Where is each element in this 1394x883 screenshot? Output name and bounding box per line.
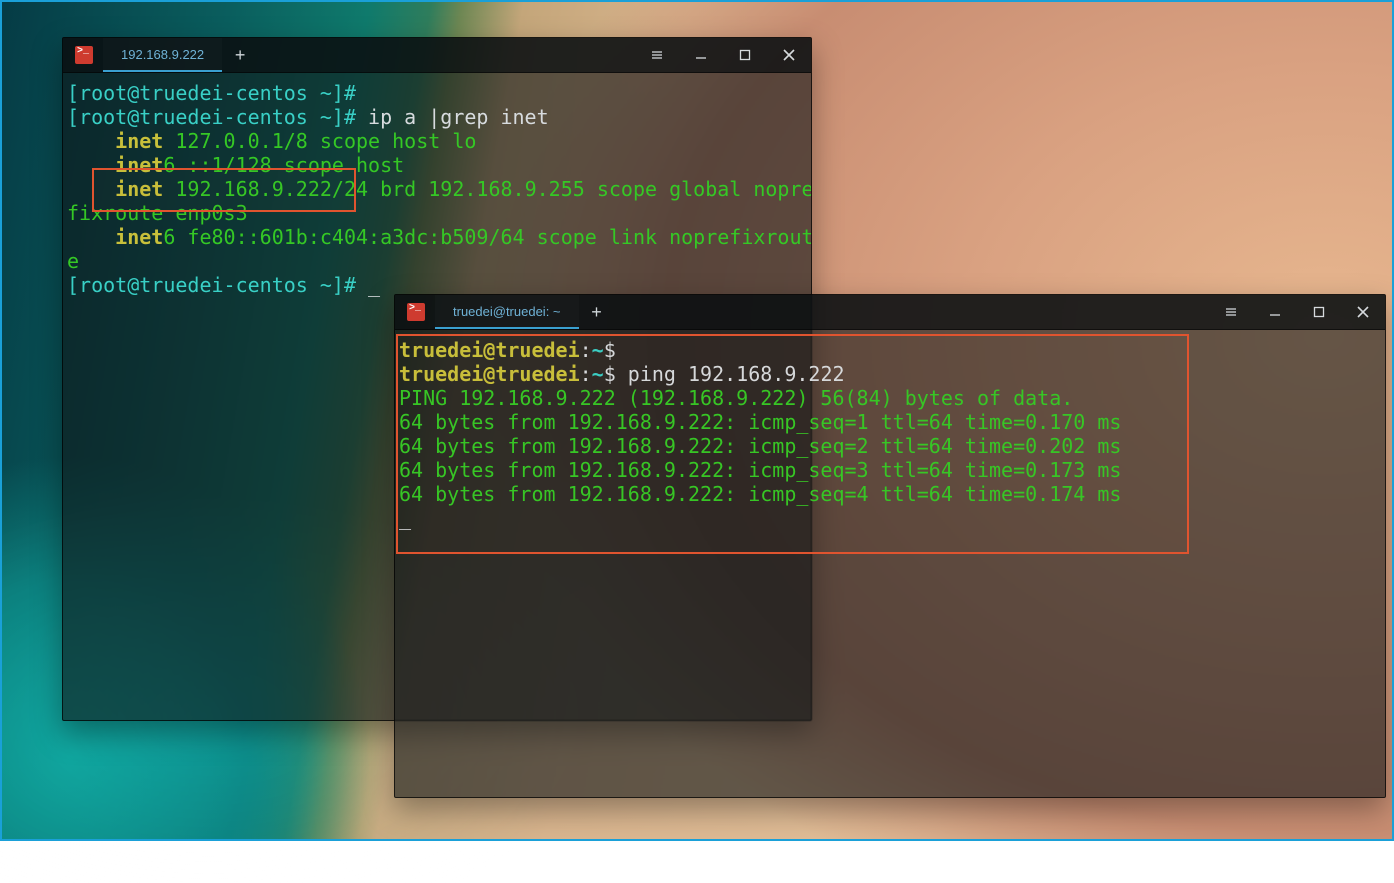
terminal-text: 127.0.0.1/8 scope host lo — [163, 129, 476, 153]
minimize-button[interactable] — [679, 38, 723, 72]
terminal-text: ip a |grep inet — [356, 105, 549, 129]
terminal-text: inet — [115, 177, 163, 201]
tab-label: truedei@truedei: ~ — [453, 304, 561, 319]
terminal-text: 64 bytes from 192.168.9.222: icmp_seq=1 … — [399, 410, 1121, 434]
maximize-button[interactable] — [723, 38, 767, 72]
minimize-button[interactable] — [1253, 295, 1297, 329]
terminal-text: $ ping 192.168.9.222 — [604, 362, 845, 386]
terminal-output[interactable]: truedei@truedei:~$ truedei@truedei:~$ pi… — [395, 330, 1385, 797]
terminal-text: 6 ::1/128 scope host — [163, 153, 416, 177]
terminal-text: inet — [115, 153, 163, 177]
tab-active[interactable]: truedei@truedei: ~ — [435, 295, 579, 329]
terminal-text — [67, 177, 115, 201]
terminal-text: [root@truedei-centos ~]# — [67, 105, 356, 129]
terminal-text: inet — [115, 129, 163, 153]
terminal-text: PING 192.168.9.222 (192.168.9.222) 56(84… — [399, 386, 1073, 410]
terminal-text: 192.168.9.222/24 brd 192.168.9.255 scope… — [163, 177, 811, 201]
terminal-text — [67, 153, 115, 177]
terminal-text: fixroute enp0s3 — [67, 201, 248, 225]
terminal-text: e — [67, 249, 91, 273]
terminal-text: truedei@truedei — [399, 362, 580, 386]
new-tab-button[interactable]: + — [579, 295, 615, 329]
terminal-text: ~ — [592, 362, 604, 386]
terminal-text: 6 fe80::601b:c404:a3dc:b509/64 scope lin… — [163, 225, 811, 249]
terminal-text: : — [580, 338, 592, 362]
tab-label: 192.168.9.222 — [121, 47, 204, 62]
maximize-button[interactable] — [1297, 295, 1341, 329]
terminal-icon — [75, 46, 93, 64]
terminal-text: 64 bytes from 192.168.9.222: icmp_seq=2 … — [399, 434, 1121, 458]
terminal-text: [root@truedei-centos ~]# — [67, 81, 356, 105]
terminal-text: ~ — [592, 338, 604, 362]
terminal-text: [root@truedei-centos ~]# — [67, 273, 356, 297]
terminal-text — [67, 225, 115, 249]
terminal-text: 64 bytes from 192.168.9.222: icmp_seq=4 … — [399, 482, 1121, 506]
terminal-text: $ — [604, 338, 628, 362]
terminal-text: truedei@truedei — [399, 338, 580, 362]
menu-button[interactable] — [1209, 295, 1253, 329]
titlebar[interactable]: truedei@truedei: ~ + — [395, 295, 1385, 330]
tab-active[interactable]: 192.168.9.222 — [103, 38, 222, 72]
close-button[interactable] — [1341, 295, 1385, 329]
new-tab-button[interactable]: + — [222, 38, 258, 72]
terminal-text: 64 bytes from 192.168.9.222: icmp_seq=3 … — [399, 458, 1121, 482]
terminal-text — [67, 129, 115, 153]
terminal-text: _ — [399, 506, 411, 530]
close-button[interactable] — [767, 38, 811, 72]
titlebar[interactable]: 192.168.9.222 + — [63, 38, 811, 73]
menu-button[interactable] — [635, 38, 679, 72]
terminal-icon — [407, 303, 425, 321]
terminal-text: _ — [356, 273, 380, 297]
terminal-text: : — [580, 362, 592, 386]
terminal-window-local[interactable]: truedei@truedei: ~ + truedei@truedei:~$ … — [394, 294, 1386, 798]
terminal-text: inet — [115, 225, 163, 249]
